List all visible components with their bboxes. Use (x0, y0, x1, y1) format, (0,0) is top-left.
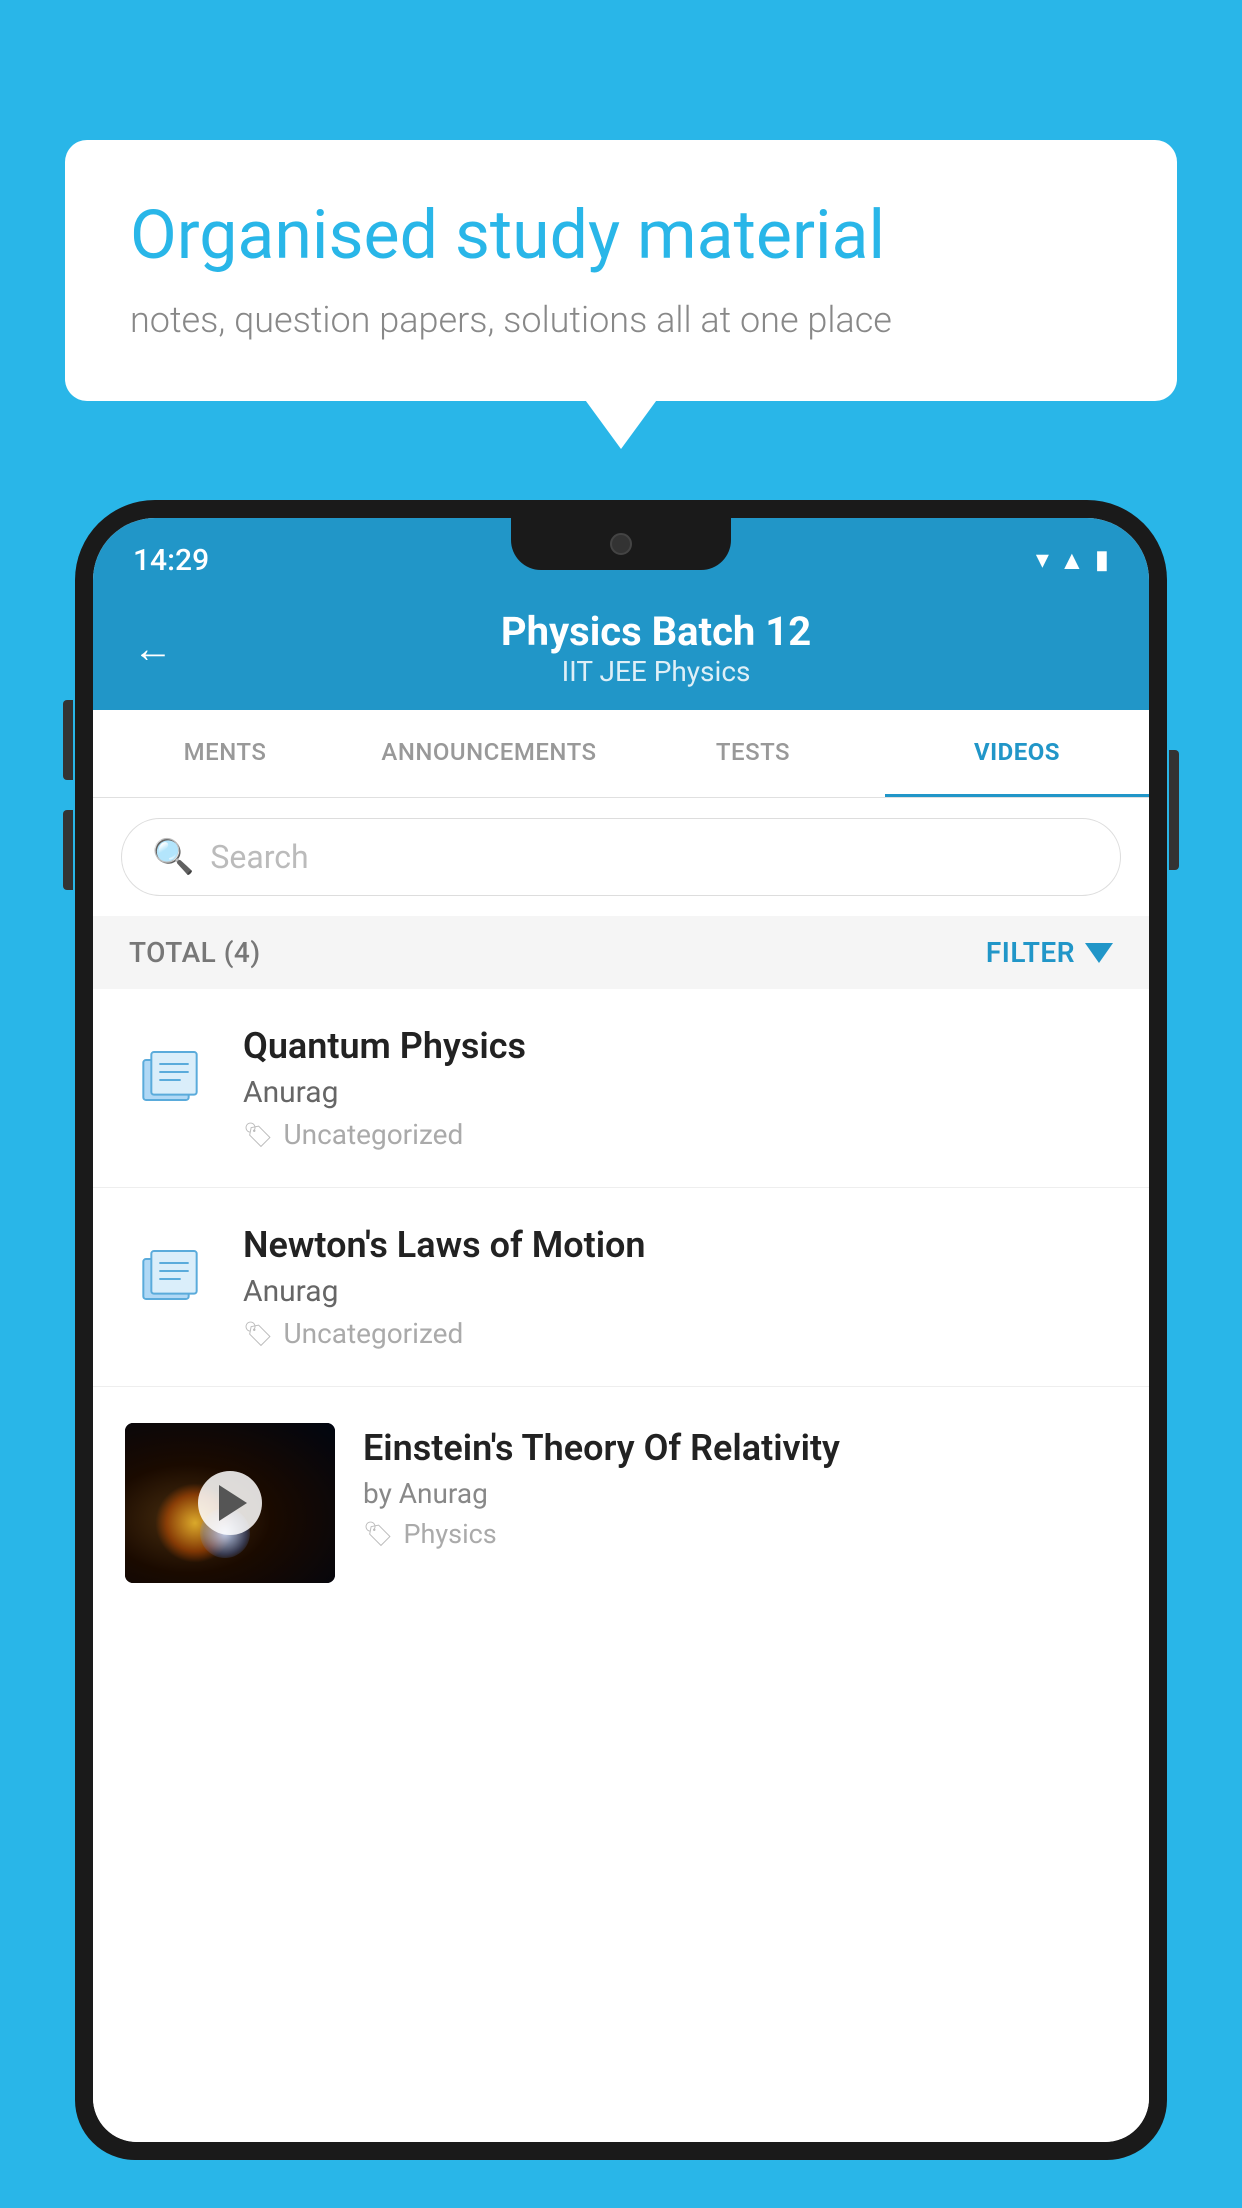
item-tag: 🏷 Uncategorized (243, 1317, 1117, 1350)
search-icon: 🔍 (152, 837, 194, 877)
tag-icon: 🏷 (243, 1121, 273, 1149)
item-title: Newton's Laws of Motion (243, 1224, 1117, 1266)
header-text: Physics Batch 12 IIT JEE Physics (203, 608, 1109, 688)
list-item[interactable]: Einstein's Theory Of Relativity by Anura… (93, 1387, 1149, 1619)
tab-videos[interactable]: VIDEOS (885, 710, 1149, 797)
speech-bubble: Organised study material notes, question… (65, 140, 1177, 401)
header-title: Physics Batch 12 (203, 608, 1109, 655)
item-title: Einstein's Theory Of Relativity (363, 1427, 1117, 1469)
filter-icon (1085, 943, 1113, 963)
item-icon (125, 1230, 215, 1320)
speech-bubble-subtext: notes, question papers, solutions all at… (130, 299, 1112, 341)
item-tag: 🏷 Uncategorized (243, 1118, 1117, 1151)
search-container: 🔍 Search (93, 798, 1149, 916)
speech-bubble-heading: Organised study material (130, 195, 1112, 277)
item-tag-label: Uncategorized (283, 1118, 463, 1151)
folder-icon (130, 1235, 210, 1315)
speech-bubble-container: Organised study material notes, question… (65, 140, 1177, 401)
phone-notch (511, 518, 731, 570)
tabs-bar: MENTS ANNOUNCEMENTS TESTS VIDEOS (93, 710, 1149, 798)
item-icon (125, 1031, 215, 1121)
phone-container: 14:29 ▾ ▲ ▮ ← Physics Batch 12 IIT JEE P… (75, 500, 1167, 2208)
phone-screen: 14:29 ▾ ▲ ▮ ← Physics Batch 12 IIT JEE P… (93, 518, 1149, 2142)
signal-icon: ▲ (1059, 545, 1085, 576)
tag-icon: 🏷 (363, 1520, 393, 1548)
last-item-content: Einstein's Theory Of Relativity by Anura… (363, 1423, 1117, 1550)
power-button[interactable] (1169, 750, 1179, 870)
item-content: Newton's Laws of Motion Anurag 🏷 Uncateg… (243, 1224, 1117, 1350)
item-author: Anurag (243, 1274, 1117, 1309)
search-bar[interactable]: 🔍 Search (121, 818, 1121, 896)
item-title: Quantum Physics (243, 1025, 1117, 1067)
tab-ments[interactable]: MENTS (93, 710, 357, 797)
list-item[interactable]: Quantum Physics Anurag 🏷 Uncategorized (93, 989, 1149, 1188)
status-icons: ▾ ▲ ▮ (1036, 545, 1109, 576)
filter-row: TOTAL (4) FILTER (93, 916, 1149, 989)
play-button[interactable] (198, 1471, 262, 1535)
filter-label: FILTER (986, 936, 1075, 969)
folder-icon (130, 1036, 210, 1116)
volume-down-button[interactable] (63, 810, 73, 890)
play-icon (219, 1485, 247, 1521)
tag-icon: 🏷 (243, 1320, 273, 1348)
item-tag: 🏷 Physics (363, 1518, 1117, 1550)
item-author: by Anurag (363, 1477, 1117, 1510)
item-content: Quantum Physics Anurag 🏷 Uncategorized (243, 1025, 1117, 1151)
battery-icon: ▮ (1095, 545, 1109, 575)
item-author: Anurag (243, 1075, 1117, 1110)
front-camera (610, 533, 632, 555)
app-header: ← Physics Batch 12 IIT JEE Physics (93, 590, 1149, 710)
item-tag-label: Physics (403, 1518, 496, 1550)
volume-up-button[interactable] (63, 700, 73, 780)
content-list: Quantum Physics Anurag 🏷 Uncategorized (93, 989, 1149, 2142)
tab-tests[interactable]: TESTS (621, 710, 885, 797)
filter-button[interactable]: FILTER (986, 936, 1113, 969)
item-tag-label: Uncategorized (283, 1317, 463, 1350)
tab-announcements[interactable]: ANNOUNCEMENTS (357, 710, 621, 797)
back-button[interactable]: ← (133, 625, 173, 672)
list-item[interactable]: Newton's Laws of Motion Anurag 🏷 Uncateg… (93, 1188, 1149, 1387)
header-subtitle: IIT JEE Physics (203, 655, 1109, 688)
wifi-icon: ▾ (1036, 545, 1049, 575)
status-time: 14:29 (133, 543, 209, 578)
total-label: TOTAL (4) (129, 936, 261, 969)
video-thumbnail (125, 1423, 335, 1583)
phone-outer: 14:29 ▾ ▲ ▮ ← Physics Batch 12 IIT JEE P… (75, 500, 1167, 2160)
search-input[interactable]: Search (210, 838, 308, 876)
